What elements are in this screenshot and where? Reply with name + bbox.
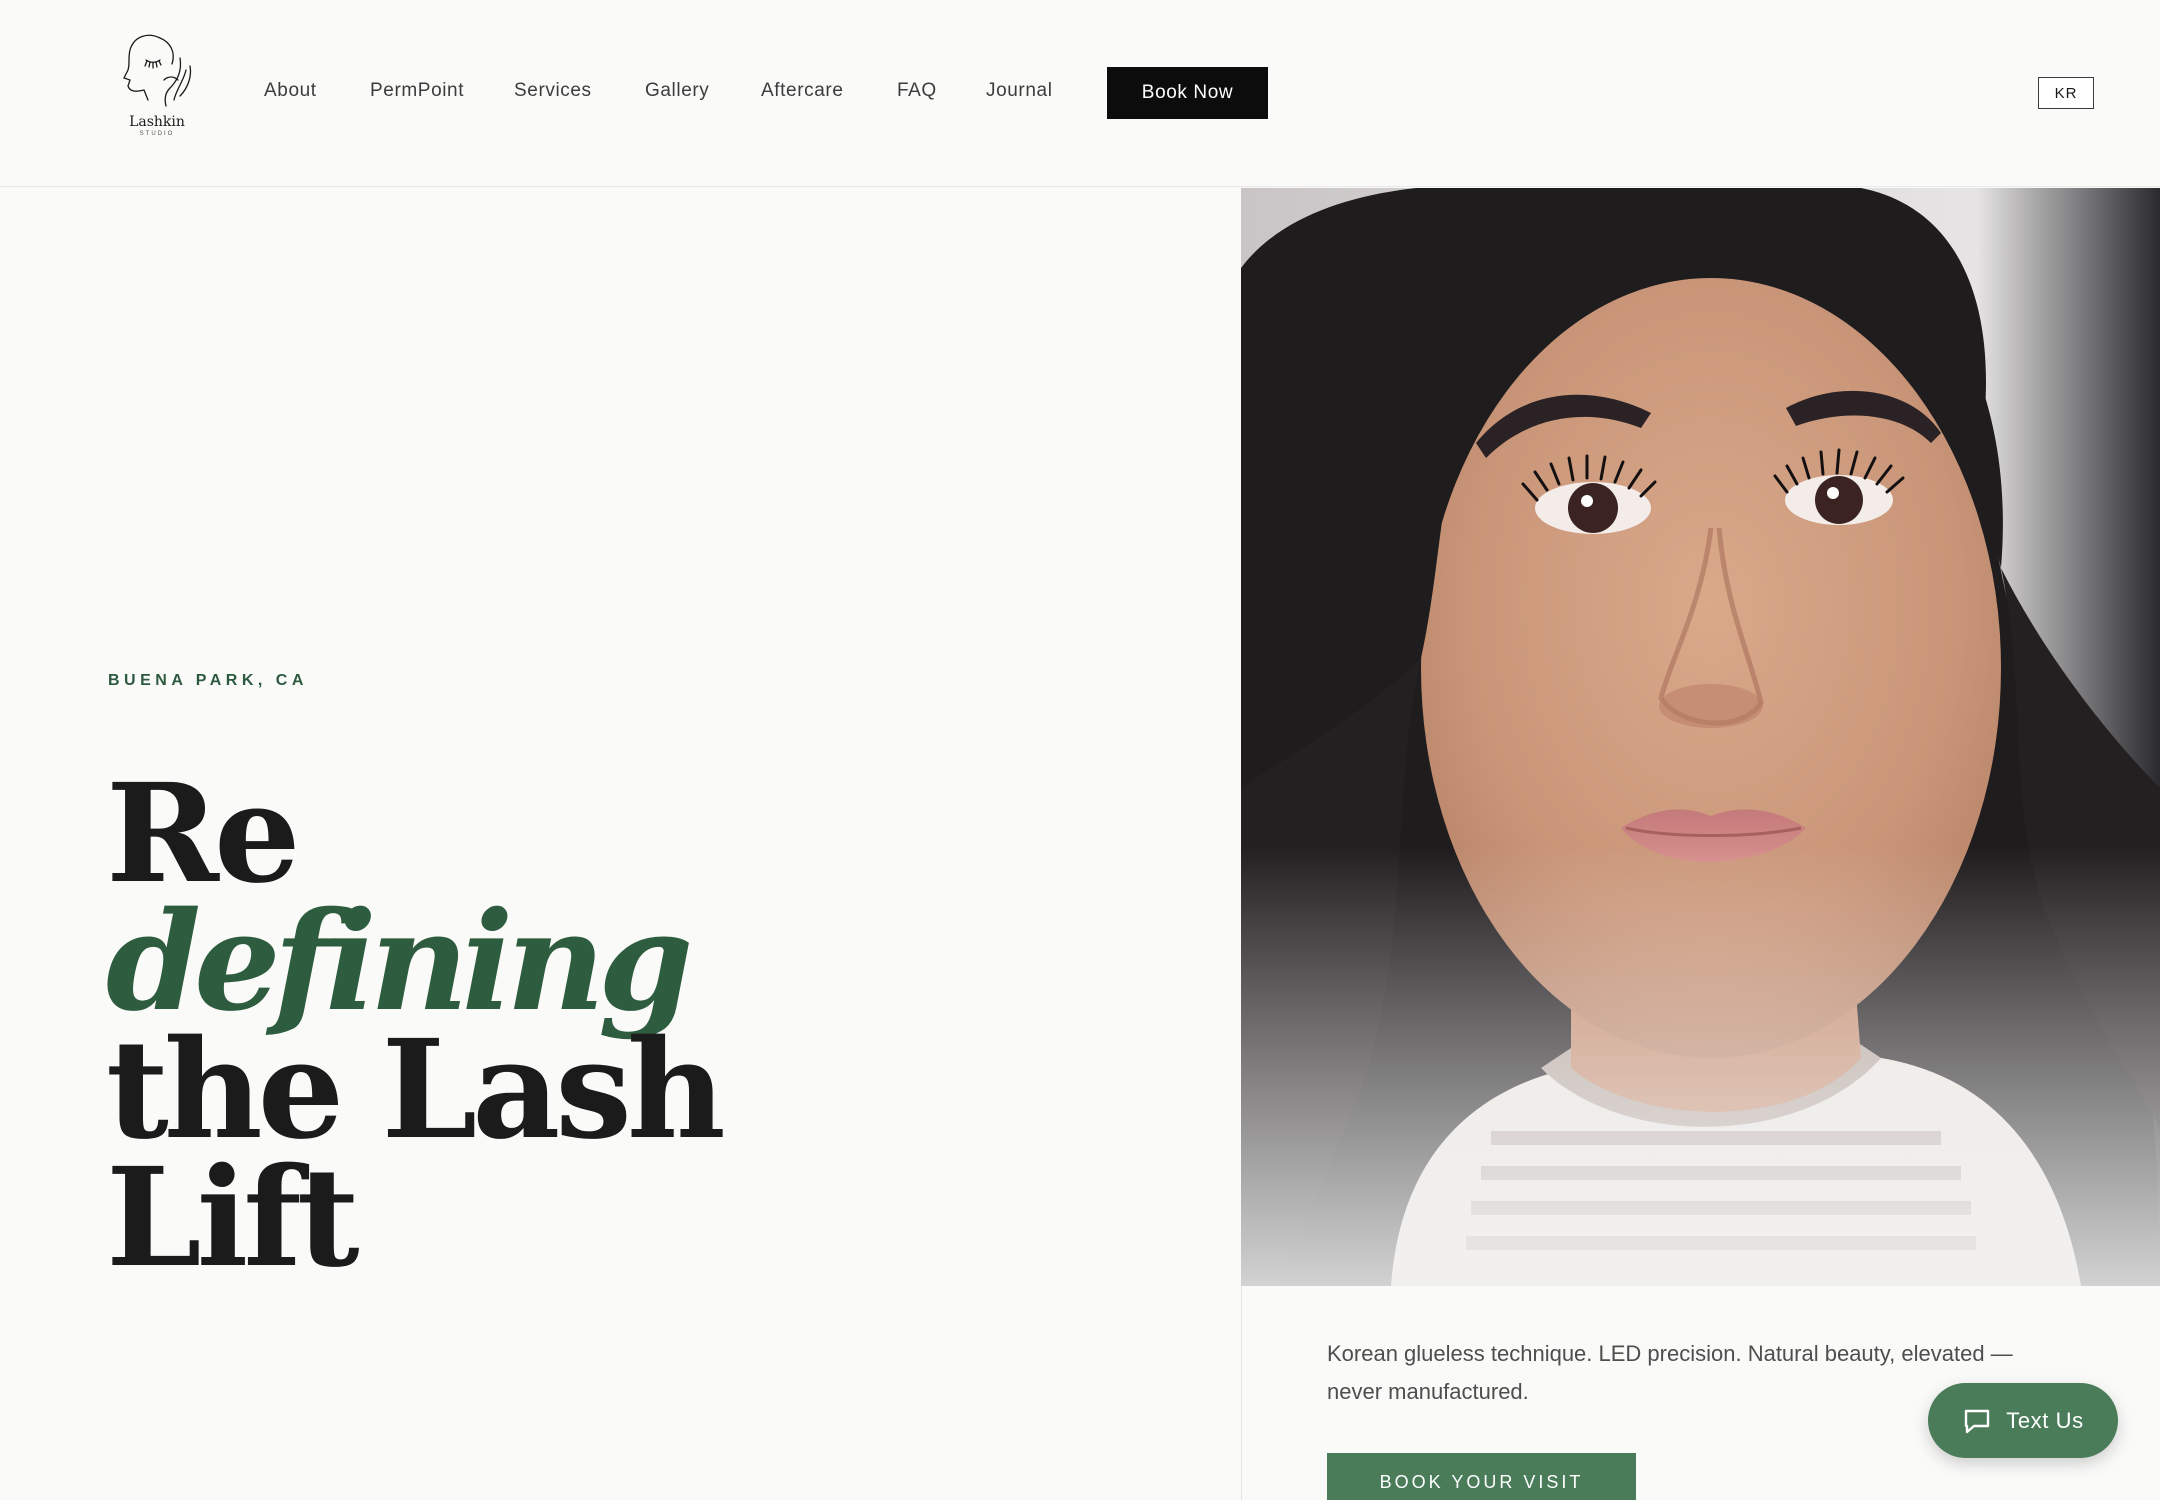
book-your-visit-button[interactable]: BOOK YOUR VISIT	[1327, 1453, 1636, 1500]
nav-item-gallery[interactable]: Gallery	[645, 80, 709, 102]
brand-subtitle: STUDIO	[139, 131, 175, 137]
headline-line-3: the Lash	[106, 1010, 726, 1170]
book-now-button[interactable]: Book Now	[1107, 67, 1268, 119]
text-us-label: Text Us	[2006, 1407, 2084, 1433]
nav-item-services[interactable]: Services	[514, 80, 592, 102]
face-line-art-icon	[123, 34, 192, 107]
nav-item-about[interactable]: About	[264, 80, 317, 102]
text-us-button[interactable]: Text Us	[1928, 1383, 2118, 1458]
chat-bubble-icon	[1965, 1409, 1990, 1433]
brand-logo[interactable]: Lashkin STUDIO	[112, 30, 202, 142]
nav-item-permpoint[interactable]: PermPoint	[370, 80, 464, 102]
site-header: Lashkin STUDIO About PermPoint Services …	[0, 0, 2160, 187]
language-toggle-button[interactable]: KR	[2038, 77, 2094, 109]
nav-item-faq[interactable]: FAQ	[897, 80, 937, 102]
headline-line-4: Lift	[106, 1138, 360, 1298]
nav-item-aftercare[interactable]: Aftercare	[761, 80, 844, 102]
nav-item-journal[interactable]: Journal	[986, 80, 1053, 102]
headline-line-2-accent: defining	[106, 882, 693, 1042]
brand-name: Lashkin	[129, 114, 185, 130]
hero-headline: Re defining the Lash Lift	[106, 754, 726, 1298]
headline-line-1: Re	[106, 754, 301, 914]
hero-portrait-image	[1241, 188, 2160, 1286]
location-label: BUENA PARK, CA	[108, 672, 308, 689]
